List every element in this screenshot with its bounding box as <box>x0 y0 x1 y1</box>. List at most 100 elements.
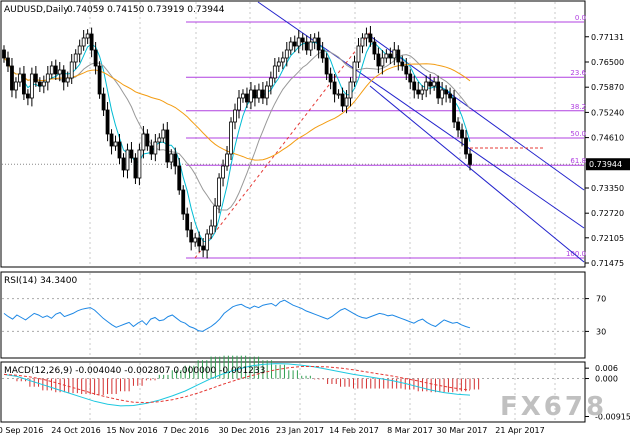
y-tick-label: 0.77131 <box>591 33 624 42</box>
watermark: FX678 <box>500 392 607 422</box>
candle-body <box>205 233 210 251</box>
fib-level-label: 61.8 <box>570 157 586 165</box>
candle-body <box>193 237 198 243</box>
x-tick-label: 8 Mar 2017 <box>387 426 433 435</box>
candle-body <box>209 225 214 235</box>
candle-body <box>432 81 437 87</box>
candle-body <box>181 189 186 215</box>
candle-body <box>121 157 126 171</box>
candle-body <box>300 37 305 43</box>
candle-body <box>464 137 468 155</box>
candle-body <box>352 61 357 83</box>
candle-body <box>2 49 6 59</box>
candle-body <box>113 141 118 147</box>
candle-body <box>284 49 289 59</box>
fib-level-label: 38.2 <box>570 103 586 111</box>
candle-body <box>177 165 182 191</box>
candle-body <box>396 49 401 63</box>
candle-body <box>460 129 464 139</box>
candle-body <box>392 49 397 59</box>
candle-body <box>276 61 281 67</box>
candle-body <box>149 145 154 155</box>
candle-body <box>61 69 66 83</box>
candle-body <box>404 65 409 75</box>
candle-body <box>324 57 329 75</box>
fib-level-label: 23.6 <box>570 69 586 77</box>
candle-body <box>133 157 138 179</box>
y-tick-label: 0.74610 <box>591 134 624 143</box>
candle-body <box>137 149 142 179</box>
candle-body <box>129 149 134 159</box>
candle-body <box>360 37 365 47</box>
rsi-y-tick-label: 70 <box>596 295 606 304</box>
candle-body <box>18 73 22 83</box>
chart-svg: 0.0 23.6 38.2 50.0 61.8 100.0 70 30 0.006 0.000… <box>0 0 630 440</box>
y-tick-label: 0.71475 <box>591 259 624 268</box>
x-tick-label: 14 Feb 2017 <box>329 426 379 435</box>
y-tick-label: 0.72720 <box>591 209 624 218</box>
candle-body <box>400 61 405 67</box>
x-tick-label: 30 Dec 2016 <box>218 426 269 435</box>
candle-body <box>296 37 301 47</box>
candle-body <box>141 133 146 151</box>
candle-body <box>412 81 417 91</box>
candle-body <box>89 33 94 51</box>
rsi-title: RSI(14) 34.3400 <box>4 276 77 286</box>
candle-body <box>33 73 38 83</box>
chart-header-symbol: AUDUSD,Daily <box>4 5 69 15</box>
candle-body <box>157 137 162 143</box>
candle-body <box>53 65 58 75</box>
candle-body <box>253 89 257 99</box>
candle-body <box>420 89 425 95</box>
candle-body <box>364 33 369 39</box>
candle-body <box>197 237 202 247</box>
candle-body <box>37 81 42 87</box>
x-tick-label: 23 Jan 2017 <box>276 426 324 435</box>
candle-body <box>185 213 190 231</box>
macd-y-tick-label: 0.000 <box>595 375 618 384</box>
candle-body <box>424 81 429 91</box>
candle-body <box>340 93 345 107</box>
candle-body <box>356 45 361 63</box>
candle-body <box>77 45 82 55</box>
x-tick-label: 15 Nov 2016 <box>106 426 157 435</box>
macd-title: MACD(12,26,9) -0.004040 -0.002807 0.0000… <box>4 366 265 376</box>
candle-body <box>249 89 253 103</box>
candle-body <box>272 65 277 79</box>
x-tick-label: 21 Apr 2017 <box>495 426 544 435</box>
candle-body <box>260 89 265 99</box>
candle-body <box>10 65 14 91</box>
chart-header-ohlc: 0.74059 0.74150 0.73919 0.73944 <box>67 5 225 15</box>
candle-body <box>280 57 285 63</box>
candle-body <box>288 41 293 51</box>
candle-body <box>237 97 241 111</box>
candle-body <box>101 93 106 111</box>
candle-body <box>372 41 377 55</box>
candle-body <box>444 89 449 95</box>
candle-body <box>292 41 297 47</box>
candle-body <box>408 73 413 83</box>
fib-level-label: 50.0 <box>570 130 586 138</box>
candle-body <box>312 37 317 43</box>
candle-body <box>257 89 261 99</box>
x-tick-label: 7 Dec 2016 <box>163 426 209 435</box>
candle-body <box>436 81 441 99</box>
candle-body <box>348 81 353 99</box>
candle-body <box>97 65 102 95</box>
candle-body <box>233 109 237 123</box>
candle-body <box>225 153 229 167</box>
candle-body <box>49 65 54 75</box>
candle-body <box>428 81 433 87</box>
candle-body <box>241 93 245 99</box>
candle-body <box>468 153 472 165</box>
candle-body <box>165 129 170 163</box>
candle-body <box>316 37 321 51</box>
candle-body <box>440 89 445 99</box>
candle-body <box>25 93 30 99</box>
fib-level-label: 100.0 <box>566 250 586 258</box>
x-tick-label: 30 Sep 2016 <box>0 426 43 435</box>
candle-body <box>245 93 249 103</box>
candle-body <box>41 81 46 87</box>
candle-body <box>109 133 114 147</box>
candle-body <box>45 73 50 83</box>
